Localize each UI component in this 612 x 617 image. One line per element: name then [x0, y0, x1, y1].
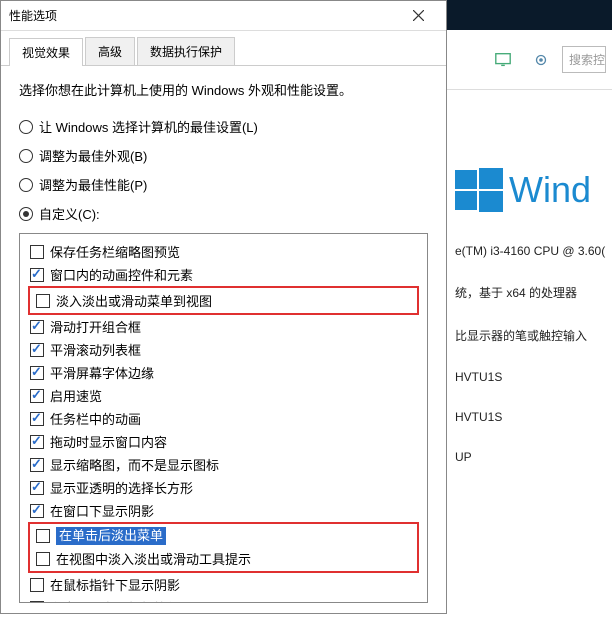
check-label: 启用速览	[50, 386, 102, 405]
checkbox-icon	[36, 529, 50, 543]
check-label: 拖动时显示窗口内容	[50, 432, 167, 451]
performance-options-dialog: 性能选项 视觉效果 高级 数据执行保护 选择你想在此计算机上使用的 Window…	[0, 0, 447, 614]
check-row[interactable]: 淡入淡出或滑动菜单到视图	[34, 289, 413, 312]
check-row[interactable]: 显示缩略图，而不是显示图标	[24, 453, 423, 476]
check-label: 在窗口下显示阴影	[50, 501, 154, 520]
check-label: 在桌面上为图标标签使用阴影	[50, 598, 219, 603]
checkbox-icon	[30, 343, 44, 357]
check-row[interactable]: 滑动打开组合框	[24, 315, 423, 338]
check-row[interactable]: 任务栏中的动画	[24, 407, 423, 430]
radio-icon	[19, 120, 33, 134]
check-row[interactable]: 在单击后淡出菜单	[34, 525, 413, 547]
check-label-selected: 在单击后淡出菜单	[56, 527, 166, 545]
tab-dep[interactable]: 数据执行保护	[137, 37, 235, 65]
check-label: 窗口内的动画控件和元素	[50, 265, 193, 284]
computer-name-2: HVTU1S	[455, 410, 612, 424]
search-input[interactable]: 搜索控	[562, 46, 606, 73]
check-row[interactable]: 拖动时显示窗口内容	[24, 430, 423, 453]
radio-custom[interactable]: 自定义(C):	[19, 204, 428, 223]
gear-icon	[532, 51, 550, 69]
computer-name-1: HVTU1S	[455, 370, 612, 384]
workgroup-info: UP	[455, 450, 612, 464]
check-row[interactable]: 显示亚透明的选择长方形	[24, 476, 423, 499]
check-label: 淡入淡出或滑动菜单到视图	[56, 291, 212, 310]
ribbon-toolbar: 搜索控	[447, 30, 612, 90]
highlight-box-1: 淡入淡出或滑动菜单到视图	[28, 286, 419, 315]
check-row[interactable]: 保存任务栏缩略图预览	[24, 240, 423, 263]
check-row[interactable]: 平滑屏幕字体边缘	[24, 361, 423, 384]
checkbox-icon	[30, 435, 44, 449]
tab-advanced[interactable]: 高级	[85, 37, 135, 65]
windows-logo-icon	[455, 166, 503, 214]
checkbox-icon	[30, 481, 44, 495]
checkbox-icon	[36, 552, 50, 566]
tab-visual-effects[interactable]: 视觉效果	[9, 38, 83, 66]
check-label: 保存任务栏缩略图预览	[50, 242, 180, 261]
cpu-info: e(TM) i3-4160 CPU @ 3.60(	[455, 244, 612, 258]
touch-info: 比显示器的笔或触控输入	[455, 327, 612, 344]
check-label: 平滑屏幕字体边缘	[50, 363, 154, 382]
checkbox-icon	[36, 294, 50, 308]
radio-label: 调整为最佳外观(B)	[39, 146, 147, 165]
radio-best-appearance[interactable]: 调整为最佳外观(B)	[19, 146, 428, 165]
check-row[interactable]: 平滑滚动列表框	[24, 338, 423, 361]
radio-label: 让 Windows 选择计算机的最佳设置(L)	[39, 117, 258, 136]
check-row[interactable]: 在视图中淡入淡出或滑动工具提示	[34, 547, 413, 570]
check-label: 任务栏中的动画	[50, 409, 141, 428]
windows-brand-text: Wind	[509, 169, 591, 211]
effects-checklist[interactable]: 保存任务栏缩略图预览 窗口内的动画控件和元素 淡入淡出或滑动菜单到视图 滑动打开…	[19, 233, 428, 603]
checkbox-icon	[30, 601, 44, 604]
monitor-icon	[494, 51, 512, 69]
check-label: 在鼠标指针下显示阴影	[50, 575, 180, 594]
radio-best-auto[interactable]: 让 Windows 选择计算机的最佳设置(L)	[19, 117, 428, 136]
highlight-box-2: 在单击后淡出菜单 在视图中淡入淡出或滑动工具提示	[28, 522, 419, 573]
radio-label: 调整为最佳性能(P)	[39, 175, 147, 194]
checkbox-icon	[30, 458, 44, 472]
radio-label: 自定义(C):	[39, 204, 100, 223]
check-label: 显示缩略图，而不是显示图标	[50, 455, 219, 474]
tab-content: 选择你想在此计算机上使用的 Windows 外观和性能设置。 让 Windows…	[1, 66, 446, 617]
ribbon-button[interactable]	[524, 43, 558, 77]
system-info-panel: Wind e(TM) i3-4160 CPU @ 3.60( 统，基于 x64 …	[447, 90, 612, 464]
check-row[interactable]: 在桌面上为图标标签使用阴影	[24, 596, 423, 603]
radio-icon	[19, 178, 33, 192]
radio-best-performance[interactable]: 调整为最佳性能(P)	[19, 175, 428, 194]
close-button[interactable]	[398, 2, 438, 30]
check-row[interactable]: 在窗口下显示阴影	[24, 499, 423, 522]
titlebar: 性能选项	[1, 1, 446, 31]
background-system-window: 搜索控 Wind e(TM) i3-4160 CPU @ 3.60( 统，基于 …	[447, 0, 612, 614]
checkbox-icon	[30, 389, 44, 403]
windows-logo-row: Wind	[455, 166, 612, 214]
radio-icon	[19, 149, 33, 163]
check-label: 平滑滚动列表框	[50, 340, 141, 359]
checkbox-icon	[30, 245, 44, 259]
check-row[interactable]: 窗口内的动画控件和元素	[24, 263, 423, 286]
check-label: 显示亚透明的选择长方形	[50, 478, 193, 497]
check-row[interactable]: 启用速览	[24, 384, 423, 407]
ribbon-button[interactable]	[486, 43, 520, 77]
check-label: 在视图中淡入淡出或滑动工具提示	[56, 549, 251, 568]
checkbox-icon	[30, 578, 44, 592]
background-titlebar	[447, 0, 612, 30]
checkbox-icon	[30, 366, 44, 380]
check-row[interactable]: 在鼠标指针下显示阴影	[24, 573, 423, 596]
close-icon	[413, 10, 424, 21]
check-label: 滑动打开组合框	[50, 317, 141, 336]
checkbox-icon	[30, 320, 44, 334]
tabs: 视觉效果 高级 数据执行保护	[1, 31, 446, 66]
checkbox-icon	[30, 268, 44, 282]
checkbox-icon	[30, 504, 44, 518]
radio-icon	[19, 207, 33, 221]
checkbox-icon	[30, 412, 44, 426]
instruction-text: 选择你想在此计算机上使用的 Windows 外观和性能设置。	[19, 80, 428, 99]
dialog-title: 性能选项	[9, 7, 398, 24]
arch-info: 统，基于 x64 的处理器	[455, 284, 612, 301]
